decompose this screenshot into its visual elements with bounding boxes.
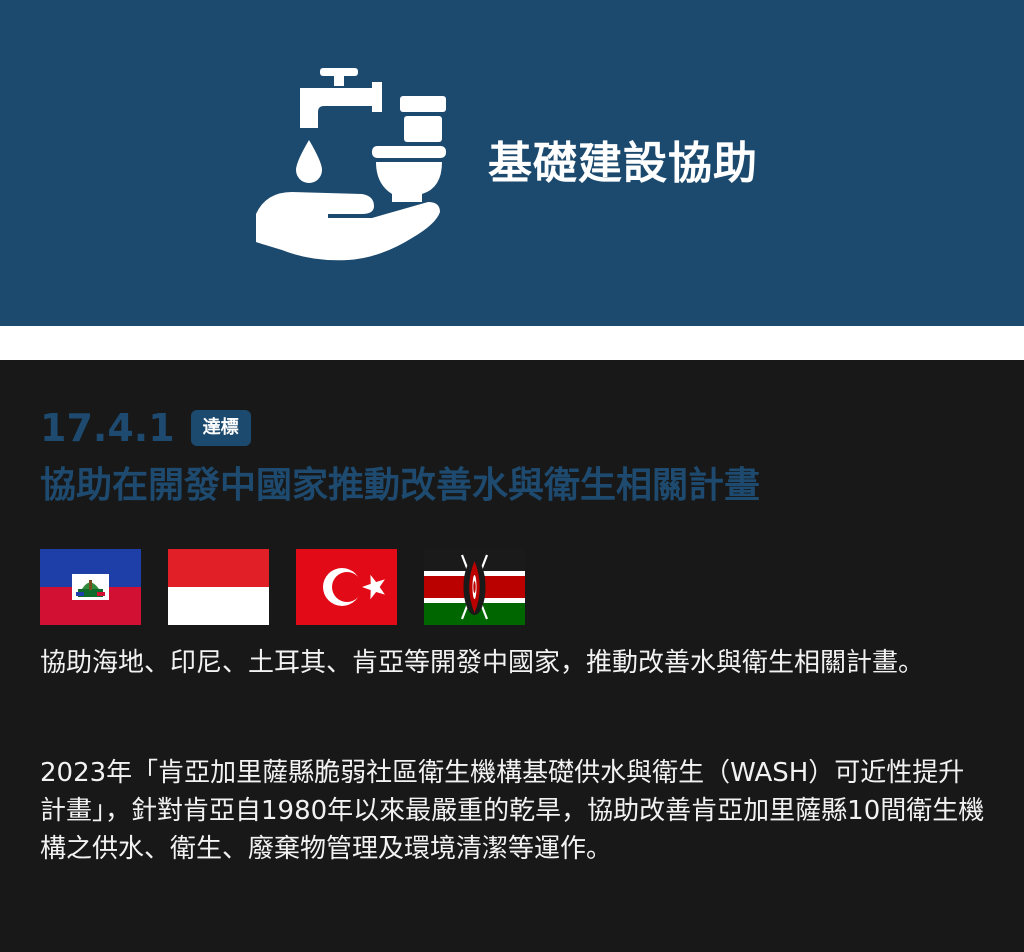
kenya-flag-icon — [424, 549, 525, 625]
page-title: 基礎建設協助 — [488, 138, 758, 189]
target-title: 協助在開發中國家推動改善水與衛生相關計畫 — [40, 465, 761, 506]
target-code: 17.4.1 — [40, 406, 175, 450]
content-panel: 17.4.1 達標 協助在開發中國家推動改善水與衛生相關計畫 協助海地、印尼、土… — [0, 360, 1024, 952]
divider — [0, 326, 1024, 360]
header-banner: 基礎建設協助 — [0, 0, 1024, 326]
turkey-flag-icon — [296, 549, 397, 625]
summary-paragraph: 協助海地、印尼、土耳其、肯亞等開發中國家，推動改善水與衛生相關計畫。 — [40, 648, 925, 678]
haiti-flag-icon — [40, 549, 141, 625]
detail-paragraph: 2023年「肯亞加里薩縣脆弱社區衛生機構基礎供水與衛生（WASH）可近性提升計畫… — [40, 758, 985, 864]
status-badge: 達標 — [190, 410, 251, 446]
target-header: 17.4.1 達標 — [40, 404, 251, 452]
indonesia-flag-icon — [168, 549, 269, 625]
water-sanitation-icon — [252, 62, 452, 266]
